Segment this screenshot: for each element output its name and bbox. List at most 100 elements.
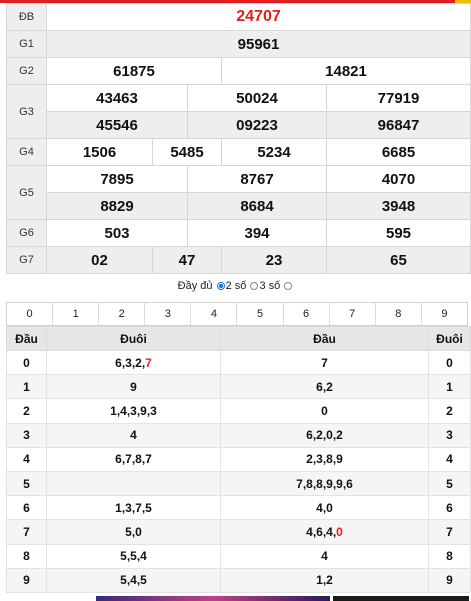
prize-g5: 4070 xyxy=(326,165,471,193)
loto-dau-2: 1,2 xyxy=(220,567,429,593)
loto-duoi-2-text: 3 xyxy=(446,428,453,443)
digit-filter-3[interactable]: 3 xyxy=(144,303,190,325)
prize-g3: 45546 xyxy=(46,111,188,139)
loto-body: 0 6,3,2,7 7 0 1 9 6,2 1 2 1,4,3,9,3 0 2 3 4 6,2,0,2 3 4 6… xyxy=(6,349,471,593)
loto-duoi-2: 1 xyxy=(428,374,471,400)
loto-dau-text: 2 xyxy=(23,403,30,418)
prize-db: 24707 xyxy=(46,3,471,31)
prize-g7: 23 xyxy=(221,246,327,274)
prize-g6: 394 xyxy=(187,219,327,247)
loto-dau-text: 4 xyxy=(23,452,30,467)
loto-dau-2: 4,0 xyxy=(220,495,429,521)
loto-header-row: Đầu Đuôi Đầu Đuôi xyxy=(6,326,471,351)
radio-three-digits[interactable] xyxy=(250,282,259,290)
digit-filter-bar: 0 1 2 3 4 5 6 7 8 9 xyxy=(6,302,468,326)
label-g1: G1 xyxy=(6,30,47,58)
header-dau: Đầu xyxy=(6,326,47,351)
loto-dau-2-text: 1,2 xyxy=(316,573,333,588)
loto-row: 6 1,3,7,5 4,0 6 xyxy=(6,495,471,521)
loto-dau: 5 xyxy=(6,470,47,497)
prize-g5: 3948 xyxy=(326,192,471,220)
loto-duoi: 5,4,5 xyxy=(46,567,221,593)
loto-duoi-text: 6,3,2, xyxy=(115,355,146,370)
loto-dau: 3 xyxy=(6,422,47,448)
loto-dau: 6 xyxy=(6,495,47,521)
loto-duoi-2: 6 xyxy=(428,495,471,521)
prize-g7: 65 xyxy=(326,246,471,274)
label-db: ĐB xyxy=(6,3,47,31)
option-two-label[interactable]: 2 số xyxy=(226,280,247,292)
prize-g3: 96847 xyxy=(326,111,471,139)
bottom-banner-left xyxy=(96,596,330,601)
loto-row: 0 6,3,2,7 7 0 xyxy=(6,349,471,376)
loto-dau-2-text: 6,2 xyxy=(316,379,333,394)
prize-g2: 61875 xyxy=(46,57,222,85)
prize-g5: 8684 xyxy=(187,192,327,220)
loto-duoi-text: 5,5,4 xyxy=(120,549,147,564)
digit-filter-8[interactable]: 8 xyxy=(374,303,421,325)
digit-filter-7[interactable]: 7 xyxy=(328,303,375,325)
loto-duoi-2: 3 xyxy=(428,422,471,448)
label-g4: G4 xyxy=(6,138,47,166)
digit-filter-4[interactable]: 4 xyxy=(190,303,236,325)
loto-duoi: 6,7,8,7 xyxy=(46,446,221,472)
loto-dau-2-text: 4,6,4, xyxy=(306,524,337,539)
prize-g4: 6685 xyxy=(326,138,471,166)
loto-table: Đầu Đuôi Đầu Đuôi 0 6,3,2,7 7 0 1 9 6,2 1 2 1,4,3… xyxy=(6,326,471,593)
row-g5a: G5 7895 8767 4070 xyxy=(6,165,471,220)
prize-g3: 77919 xyxy=(326,84,471,112)
loto-dau-text: 3 xyxy=(23,428,30,443)
option-three-label[interactable]: 3 số xyxy=(259,280,280,292)
loto-duoi: 4 xyxy=(46,422,221,448)
radio-full[interactable] xyxy=(284,282,293,290)
digit-filter-5[interactable]: 5 xyxy=(236,303,282,325)
loto-duoi-2: 7 xyxy=(428,519,471,545)
loto-row: 2 1,4,3,9,3 0 2 xyxy=(6,398,471,424)
loto-dau-text: 8 xyxy=(23,549,30,564)
header-duoi: Đuôi xyxy=(46,326,221,351)
loto-duoi-2: 4 xyxy=(428,446,471,472)
loto-duoi-2-text: 6 xyxy=(446,500,453,515)
loto-row: 5 7,8,8,9,9,6 5 xyxy=(6,470,471,497)
prize-g3: 09223 xyxy=(187,111,327,139)
loto-row: 1 9 6,2 1 xyxy=(6,374,471,400)
loto-duoi xyxy=(46,470,221,497)
prize-g4: 1506 xyxy=(46,138,153,166)
label-g7: G7 xyxy=(6,246,47,274)
bottom-banner-right xyxy=(333,596,469,601)
loto-row: 4 6,7,8,7 2,3,8,9 4 xyxy=(6,446,471,472)
loto-duoi-2-text: 9 xyxy=(446,573,453,588)
loto-dau-2: 7,8,8,9,9,6 xyxy=(220,470,429,497)
row-g4: G4 1506 5485 5234 6685 xyxy=(6,138,471,166)
prize-g5: 8767 xyxy=(187,165,327,193)
loto-duoi-text: 5,0 xyxy=(125,524,142,539)
digit-filter-2[interactable]: 2 xyxy=(98,303,144,325)
loto-duoi-2-text: 1 xyxy=(446,379,453,394)
digit-filter-9[interactable]: 9 xyxy=(420,303,467,325)
loto-duoi-2-text: 0 xyxy=(446,355,453,370)
header-dau-2: Đầu xyxy=(220,326,429,351)
loto-duoi-2: 5 xyxy=(428,470,471,497)
label-g2: G2 xyxy=(6,57,47,85)
digit-filter-0[interactable]: 0 xyxy=(7,303,52,325)
loto-dau-2-text: 0 xyxy=(321,403,328,418)
loto-duoi: 9 xyxy=(46,374,221,400)
loto-duoi-2-text: 5 xyxy=(446,476,453,491)
loto-duoi: 6,3,2,7 xyxy=(46,349,221,376)
loto-duoi-text: 1,3,7,5 xyxy=(115,500,152,515)
loto-dau: 7 xyxy=(6,519,47,545)
loto-dau: 9 xyxy=(6,567,47,593)
prize-g5: 7895 xyxy=(46,165,188,193)
loto-duoi-2: 9 xyxy=(428,567,471,593)
loto-duoi-2: 0 xyxy=(428,349,471,376)
digit-filter-1[interactable]: 1 xyxy=(52,303,98,325)
row-db: ĐB 24707 xyxy=(6,3,471,31)
loto-dau-2: 6,2,0,2 xyxy=(220,422,429,448)
loto-duoi-2: 8 xyxy=(428,543,471,569)
radio-two-digits[interactable] xyxy=(216,282,225,290)
loto-dau-2: 2,3,8,9 xyxy=(220,446,429,472)
header-duoi-2: Đuôi xyxy=(428,326,471,351)
loto-dau-2-text: 6,2,0,2 xyxy=(306,428,343,443)
digit-filter-6[interactable]: 6 xyxy=(282,303,329,325)
loto-dau-text: 1 xyxy=(23,379,30,394)
